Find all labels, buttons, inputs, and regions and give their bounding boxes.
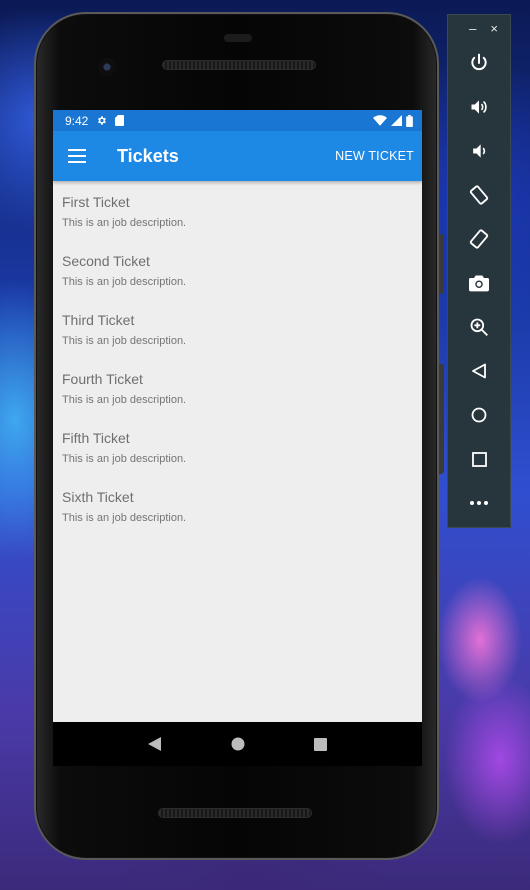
- signal-icon: [391, 115, 402, 126]
- rotate-left-icon: [468, 184, 490, 206]
- ticket-title: Fourth Ticket: [62, 371, 143, 387]
- home-button[interactable]: [448, 393, 510, 437]
- minimize-button[interactable]: –: [469, 21, 476, 41]
- ticket-description: This is an job description.: [62, 394, 187, 406]
- list-item[interactable]: Fourth Ticket This is an job description…: [53, 362, 422, 421]
- status-bar: 9:42: [53, 110, 422, 131]
- list-item[interactable]: First Ticket This is an job description.: [53, 185, 422, 244]
- new-ticket-button[interactable]: NEW TICKET: [335, 143, 414, 169]
- volume-up-icon: [469, 97, 489, 117]
- emulator-toolbar: – ×: [447, 14, 511, 528]
- earpiece-speaker: [162, 60, 316, 70]
- battery-icon: [406, 114, 413, 127]
- back-button[interactable]: [448, 349, 510, 393]
- settings-icon: [96, 115, 107, 126]
- power-button[interactable]: [448, 41, 510, 85]
- overview-button[interactable]: [448, 437, 510, 481]
- ticket-list: First Ticket This is an job description.…: [53, 181, 422, 539]
- status-time: 9:42: [65, 113, 89, 128]
- ticket-description: This is an job description.: [62, 512, 187, 524]
- ticket-title: First Ticket: [62, 194, 130, 210]
- phone-frame: 9:42 Tickets NEW TICKET First Ticket Thi…: [34, 12, 444, 860]
- nav-back-icon[interactable]: [147, 737, 162, 751]
- list-item[interactable]: Fifth Ticket This is an job description.: [53, 421, 422, 480]
- rotate-right-button[interactable]: [448, 217, 510, 261]
- page-title: Tickets: [117, 145, 179, 166]
- volume-down-button[interactable]: [448, 129, 510, 173]
- menu-button[interactable]: [53, 131, 101, 181]
- nav-home-icon[interactable]: [231, 737, 245, 751]
- power-icon: [469, 53, 489, 73]
- rotate-right-icon: [468, 228, 490, 250]
- bottom-speaker: [158, 808, 312, 818]
- hamburger-menu-icon: [68, 149, 86, 163]
- phone-volume-button: [439, 364, 444, 474]
- rotate-left-button[interactable]: [448, 173, 510, 217]
- volume-down-icon: [469, 141, 489, 161]
- volume-up-button[interactable]: [448, 85, 510, 129]
- wifi-icon: [373, 115, 387, 126]
- ticket-description: This is an job description.: [62, 453, 187, 465]
- zoom-icon: [469, 317, 489, 337]
- more-button[interactable]: [448, 481, 510, 525]
- home-icon: [471, 407, 487, 423]
- ticket-title: Fifth Ticket: [62, 430, 130, 446]
- front-camera: [98, 58, 116, 76]
- more-icon: [470, 501, 488, 505]
- camera-icon: [469, 274, 489, 292]
- ticket-title: Second Ticket: [62, 253, 150, 269]
- system-nav-bar: [53, 722, 422, 766]
- ticket-title: Third Ticket: [62, 312, 135, 328]
- ticket-description: This is an job description.: [62, 217, 187, 229]
- back-icon: [471, 363, 487, 379]
- ticket-title: Sixth Ticket: [62, 489, 134, 505]
- device-screen: 9:42 Tickets NEW TICKET First Ticket Thi…: [53, 110, 422, 722]
- zoom-button[interactable]: [448, 305, 510, 349]
- nav-recents-icon[interactable]: [314, 737, 328, 751]
- sd-card-icon: [115, 115, 125, 126]
- overview-icon: [471, 451, 487, 467]
- screenshot-button[interactable]: [448, 261, 510, 305]
- list-item[interactable]: Third Ticket This is an job description.: [53, 303, 422, 362]
- app-bar: Tickets NEW TICKET: [53, 131, 422, 181]
- list-item[interactable]: Sixth Ticket This is an job description.: [53, 480, 422, 539]
- close-button[interactable]: ×: [490, 21, 498, 41]
- ticket-description: This is an job description.: [62, 276, 187, 288]
- ticket-description: This is an job description.: [62, 335, 187, 347]
- phone-top-slot: [224, 34, 252, 42]
- phone-power-button: [439, 234, 444, 294]
- list-item[interactable]: Second Ticket This is an job description…: [53, 244, 422, 303]
